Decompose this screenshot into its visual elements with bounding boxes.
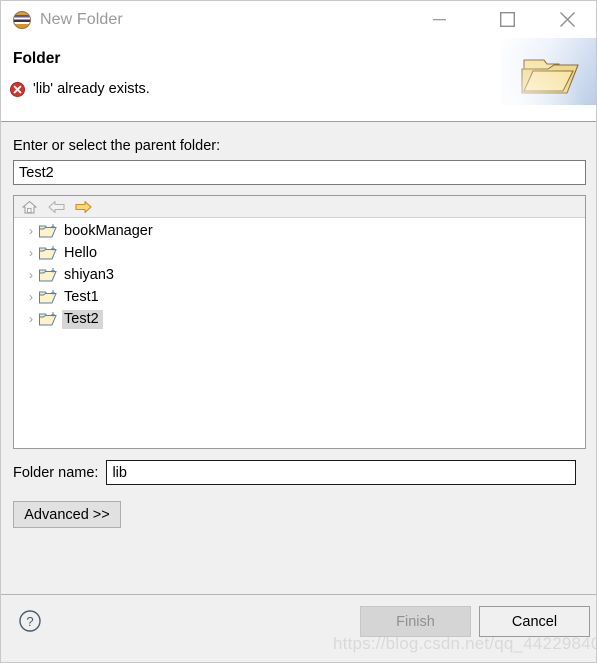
maximize-icon bbox=[499, 12, 515, 27]
chevron-right-icon[interactable]: › bbox=[24, 312, 38, 326]
parent-folder-input[interactable] bbox=[13, 160, 586, 185]
chevron-right-icon[interactable]: › bbox=[24, 268, 38, 282]
maximize-button[interactable] bbox=[484, 1, 530, 38]
dialog-header: Folder 'lib' already exists. bbox=[1, 38, 596, 122]
advanced-button[interactable]: Advanced >> bbox=[13, 501, 121, 528]
new-folder-dialog: New Folder Folder 'lib' already exists. … bbox=[0, 0, 597, 663]
folder-name-input[interactable] bbox=[106, 460, 577, 485]
dialog-footer: ? Finish Cancel bbox=[1, 594, 596, 662]
open-folder-icon bbox=[38, 311, 57, 327]
open-folder-icon bbox=[38, 289, 57, 305]
tree-item-label: Test1 bbox=[64, 288, 99, 305]
folder-tree-panel: › bookManager › Hello › shiyan3 › Test1 … bbox=[13, 195, 586, 449]
eclipse-icon bbox=[13, 10, 31, 29]
minimize-button[interactable] bbox=[416, 1, 462, 38]
minimize-icon bbox=[432, 18, 446, 20]
chevron-right-icon[interactable]: › bbox=[24, 224, 38, 238]
svg-text:?: ? bbox=[26, 614, 33, 629]
error-message: 'lib' already exists. bbox=[33, 81, 150, 97]
folder-tree-list: › bookManager › Hello › shiyan3 › Test1 … bbox=[14, 218, 585, 330]
tree-item-label: Test2 bbox=[62, 309, 103, 329]
home-icon[interactable] bbox=[20, 199, 38, 215]
chevron-right-icon[interactable]: › bbox=[24, 246, 38, 260]
tree-item-label: bookManager bbox=[64, 222, 153, 239]
chevron-right-icon[interactable]: › bbox=[24, 290, 38, 304]
open-folder-icon bbox=[38, 267, 57, 283]
help-button[interactable]: ? bbox=[18, 609, 42, 633]
open-folder-icon bbox=[38, 245, 57, 261]
tree-row[interactable]: › Hello bbox=[14, 242, 585, 264]
open-folder-icon bbox=[38, 223, 57, 239]
close-icon bbox=[559, 12, 575, 27]
dialog-body: Enter or select the parent folder: Test2… bbox=[1, 122, 596, 594]
tree-row[interactable]: › shiyan3 bbox=[14, 264, 585, 286]
tree-row-selected[interactable]: › Test2 bbox=[14, 308, 585, 330]
help-icon: ? bbox=[19, 610, 41, 632]
finish-button[interactable]: Finish bbox=[360, 606, 471, 637]
close-button[interactable] bbox=[544, 1, 590, 38]
folder-name-label: Folder name: bbox=[13, 464, 99, 481]
tree-item-label: shiyan3 bbox=[64, 266, 114, 283]
open-folder-banner-icon bbox=[501, 38, 596, 105]
cancel-button[interactable]: Cancel bbox=[479, 606, 590, 637]
back-arrow-icon[interactable] bbox=[47, 199, 65, 215]
tree-item-label: Hello bbox=[64, 244, 98, 261]
error-row: 'lib' already exists. bbox=[10, 81, 150, 97]
window-title: New Folder bbox=[40, 10, 123, 28]
page-title: Folder bbox=[13, 50, 61, 67]
folder-name-row: Folder name: bbox=[13, 460, 577, 485]
tree-toolbar bbox=[14, 196, 585, 218]
error-icon bbox=[10, 81, 25, 97]
forward-arrow-icon[interactable] bbox=[74, 199, 92, 215]
tree-row[interactable]: › bookManager bbox=[14, 220, 585, 242]
tree-row[interactable]: › Test1 bbox=[14, 286, 585, 308]
title-bar: New Folder bbox=[1, 1, 596, 38]
parent-folder-label: Enter or select the parent folder: bbox=[13, 138, 221, 154]
